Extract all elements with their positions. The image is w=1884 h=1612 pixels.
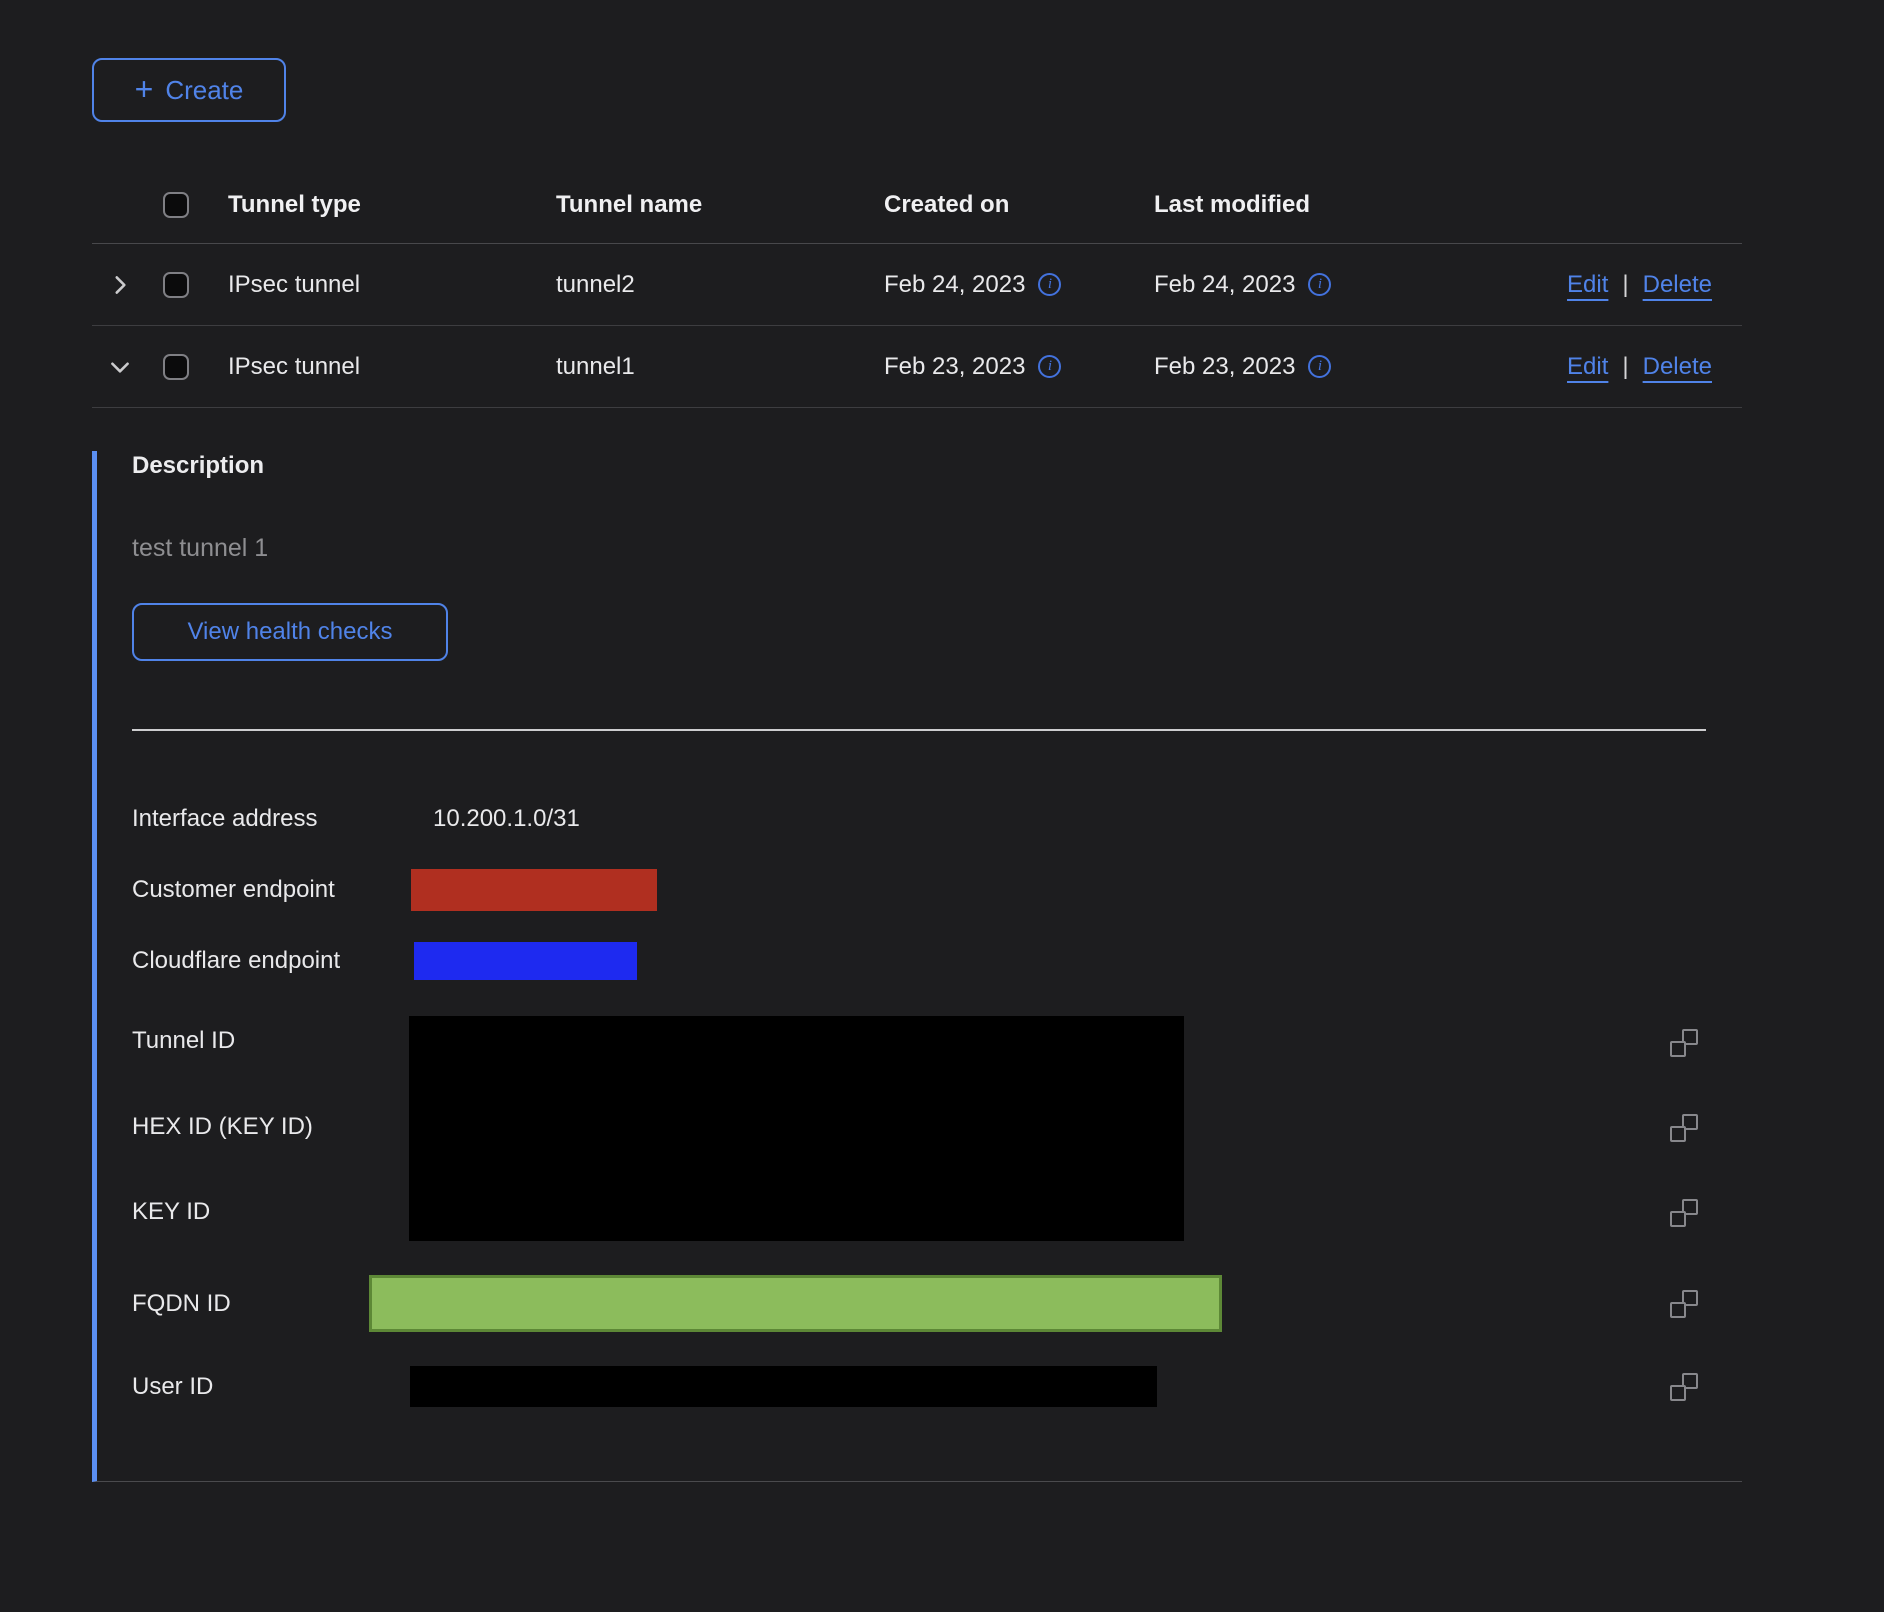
cell-tunnel-type: IPsec tunnel [204,353,532,381]
action-separator: | [1622,271,1628,299]
field-label: Customer endpoint [132,876,433,904]
header-tunnel-name: Tunnel name [532,191,860,219]
table-row-tunnel1: IPsec tunnel tunnel1 Feb 23, 2023 i Feb … [92,326,1742,408]
field-label: Cloudflare endpoint [132,947,433,975]
cell-created-on: Feb 23, 2023 i [860,353,1130,381]
field-customer-endpoint: Customer endpoint [132,869,1742,911]
info-icon[interactable]: i [1308,273,1331,296]
field-fqdn-id: FQDN ID [132,1275,1742,1332]
field-user-id: User ID [132,1366,1742,1407]
cell-tunnel-name: tunnel1 [532,353,860,381]
expanded-tunnel-panel: Description test tunnel 1 View health ch… [92,451,1742,1482]
delete-link[interactable]: Delete [1643,271,1712,299]
redacted-user-id-value [410,1366,1157,1407]
edit-link[interactable]: Edit [1567,353,1608,381]
cell-tunnel-name: tunnel2 [532,271,860,299]
table-header-row: Tunnel type Tunnel name Created on Last … [92,167,1742,244]
row-checkbox[interactable] [163,354,189,380]
chevron-down-icon[interactable] [107,354,133,380]
chevron-right-icon[interactable] [107,272,133,298]
table-row-tunnel2: IPsec tunnel tunnel2 Feb 24, 2023 i Feb … [92,244,1742,326]
cell-tunnel-type: IPsec tunnel [204,271,532,299]
redacted-customer-endpoint-value [411,869,657,911]
copy-icon[interactable] [1670,1373,1698,1401]
section-divider [132,729,1706,731]
copy-icon[interactable] [1670,1199,1698,1227]
copy-icon[interactable] [1670,1114,1698,1142]
redacted-fqdn-id-value [369,1275,1222,1332]
info-icon[interactable]: i [1038,273,1061,296]
redacted-tunnel-ids-value [409,1016,1184,1241]
field-label-key-id: KEY ID [132,1195,210,1229]
cell-last-modified: Feb 23, 2023 i [1130,353,1450,381]
field-label-hex-id: HEX ID (KEY ID) [132,1110,313,1144]
select-all-checkbox[interactable] [163,192,189,218]
created-date: Feb 24, 2023 [884,271,1025,299]
action-separator: | [1622,353,1628,381]
field-label-tunnel-id: Tunnel ID [132,1024,235,1058]
cell-created-on: Feb 24, 2023 i [860,271,1130,299]
ipsec-tunnels-page: + Create Tunnel type Tunnel name Created… [0,58,1884,1612]
created-date: Feb 23, 2023 [884,353,1025,381]
field-cloudflare-endpoint: Cloudflare endpoint [132,942,1742,980]
view-health-checks-button[interactable]: View health checks [132,603,448,661]
row-actions: Edit | Delete [1450,271,1742,299]
tunnels-table: Tunnel type Tunnel name Created on Last … [92,167,1742,1482]
row-checkbox[interactable] [163,272,189,298]
description-value: test tunnel 1 [132,533,1742,563]
field-interface-address: Interface address 10.200.1.0/31 [132,799,1742,839]
plus-icon: + [135,73,154,105]
field-label: Interface address [132,805,433,833]
redacted-cloudflare-endpoint-value [414,942,637,980]
description-label: Description [132,451,1742,481]
header-last-modified: Last modified [1130,191,1450,219]
create-button[interactable]: + Create [92,58,286,122]
copy-icon[interactable] [1670,1029,1698,1057]
info-icon[interactable]: i [1038,355,1061,378]
header-created-on: Created on [860,191,1130,219]
edit-link[interactable]: Edit [1567,271,1608,299]
modified-date: Feb 23, 2023 [1154,353,1295,381]
copy-icon[interactable] [1670,1290,1698,1318]
field-group-tunnel-ids: Tunnel ID HEX ID (KEY ID) KEY ID [132,1016,1742,1241]
header-tunnel-type: Tunnel type [204,191,532,219]
interface-address-value: 10.200.1.0/31 [433,805,580,833]
modified-date: Feb 24, 2023 [1154,271,1295,299]
create-button-label: Create [165,75,243,106]
field-label: User ID [132,1373,433,1401]
cell-last-modified: Feb 24, 2023 i [1130,271,1450,299]
info-icon[interactable]: i [1308,355,1331,378]
delete-link[interactable]: Delete [1643,353,1712,381]
row-actions: Edit | Delete [1450,353,1742,381]
